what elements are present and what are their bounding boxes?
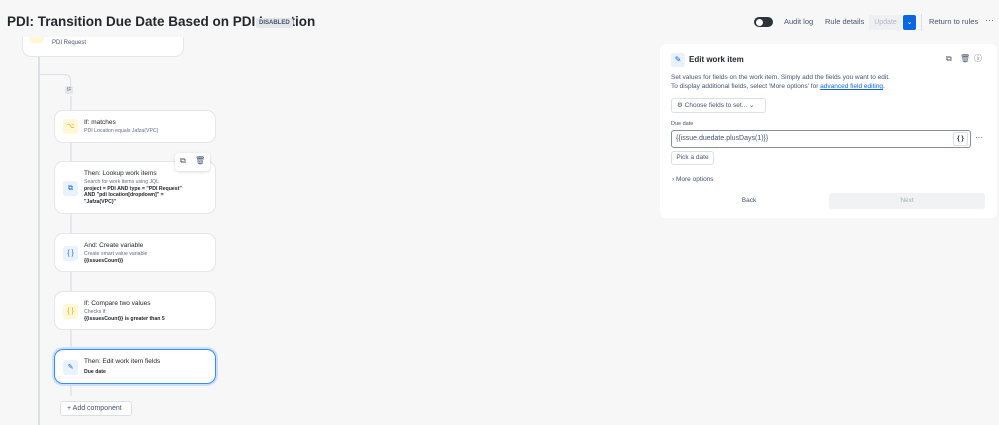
edit-icon: ✎ [63,360,78,375]
return-to-rules-button[interactable]: Return to rules [929,17,978,26]
card-title: If: Compare two values [84,300,151,307]
trigger-icon [29,37,44,43]
card-hover-toolbar: ⧉ 🗑 [175,153,210,171]
edit-icon: ✎ [671,53,685,67]
more-actions-button[interactable]: ··· [985,15,994,25]
duplicate-icon[interactable]: ⧉ [946,54,952,64]
delete-icon[interactable]: 🗑 [960,54,970,63]
more-options-label: More options [675,176,714,183]
edit-work-item-panel: ✎ Edit work item ⧉ 🗑 ⓘ Set values for fi… [660,44,997,218]
choose-fields-dropdown[interactable]: ⚙ Choose fields to set... ⌄ [671,98,766,113]
card-subtitle: PDI Location equals Jafza(VPC) [84,128,159,134]
component-card-if-matches[interactable]: ⌥ If: matches PDI Location equals Jafza(… [54,110,216,143]
delete-icon[interactable]: 🗑 [195,156,205,165]
panel-description: Set values for fields on the work item. … [671,74,890,81]
status-badge: DISABLED [256,18,293,28]
back-button[interactable]: Back [671,193,827,209]
duplicate-icon[interactable]: ⧉ [180,156,186,166]
field-more-button[interactable]: ··· [975,133,983,142]
flow-line [38,57,40,425]
braces-icon: { } [63,246,78,261]
next-button[interactable]: Next [829,193,985,209]
branch-icon: ⌥ [63,119,78,134]
card-detail: {{issuesCount}} is greater than 5 [84,315,165,322]
due-date-value: {{issue.duedate.plusDays(1)}} [676,135,769,142]
help-icon[interactable]: ⓘ [974,53,982,64]
braces-icon: { } [63,304,78,319]
pick-a-date-button[interactable]: Pick a date [671,151,714,165]
component-card-compare[interactable]: { } If: Compare two values Checks if: {{… [54,291,216,330]
card-detail: {{issuesCount}} [84,257,124,264]
update-dropdown-button[interactable]: ⌄ [903,15,916,30]
card-title: Then: Lookup work items [84,170,157,177]
chevron-down-icon: ⌄ [748,102,755,109]
chevron-right-icon: › [672,176,675,183]
rule-details-button[interactable]: Rule details [825,17,864,26]
smart-value-button[interactable]: { } [953,132,968,146]
panel-description: To display additional fields, select 'Mo… [671,83,821,90]
plus-icon: + [67,405,72,412]
component-card-edit-fields[interactable]: ✎ Then: Edit work item fields Due date [54,349,216,384]
due-date-label: Due date [671,121,694,127]
if-badge: IF [65,86,74,94]
choose-fields-label: Choose fields to set... [684,102,748,109]
card-detail: Due date [84,369,106,375]
divider [921,14,922,31]
gear-icon: ⚙ [677,102,683,109]
card-title: And: Create variable [84,242,144,249]
more-options-toggle[interactable]: › More options [672,176,714,183]
chevron-down-icon: ⌄ [906,19,913,26]
advanced-field-editing-link[interactable]: advanced field editing [820,83,883,90]
add-component-label: Add component [72,405,122,412]
card-title: If: matches [84,119,116,126]
trigger-subtitle: PDI Request [52,40,87,46]
add-component-button[interactable]: + Add component [60,401,132,416]
enable-toggle[interactable] [754,17,773,27]
card-title: Then: Edit work item fields [84,358,161,365]
due-date-input[interactable]: {{issue.duedate.plusDays(1)}} { } [671,130,971,148]
component-card-create-variable[interactable]: { } And: Create variable Create smart va… [54,233,216,272]
panel-title: Edit work item [689,55,744,64]
update-button[interactable]: Update [869,15,902,30]
audit-log-button[interactable]: Audit log [784,17,813,26]
lookup-icon: ⧉ [63,181,78,196]
card-detail: "Jafza(VPC)" [84,198,117,205]
panel-description-end: . [883,83,885,90]
